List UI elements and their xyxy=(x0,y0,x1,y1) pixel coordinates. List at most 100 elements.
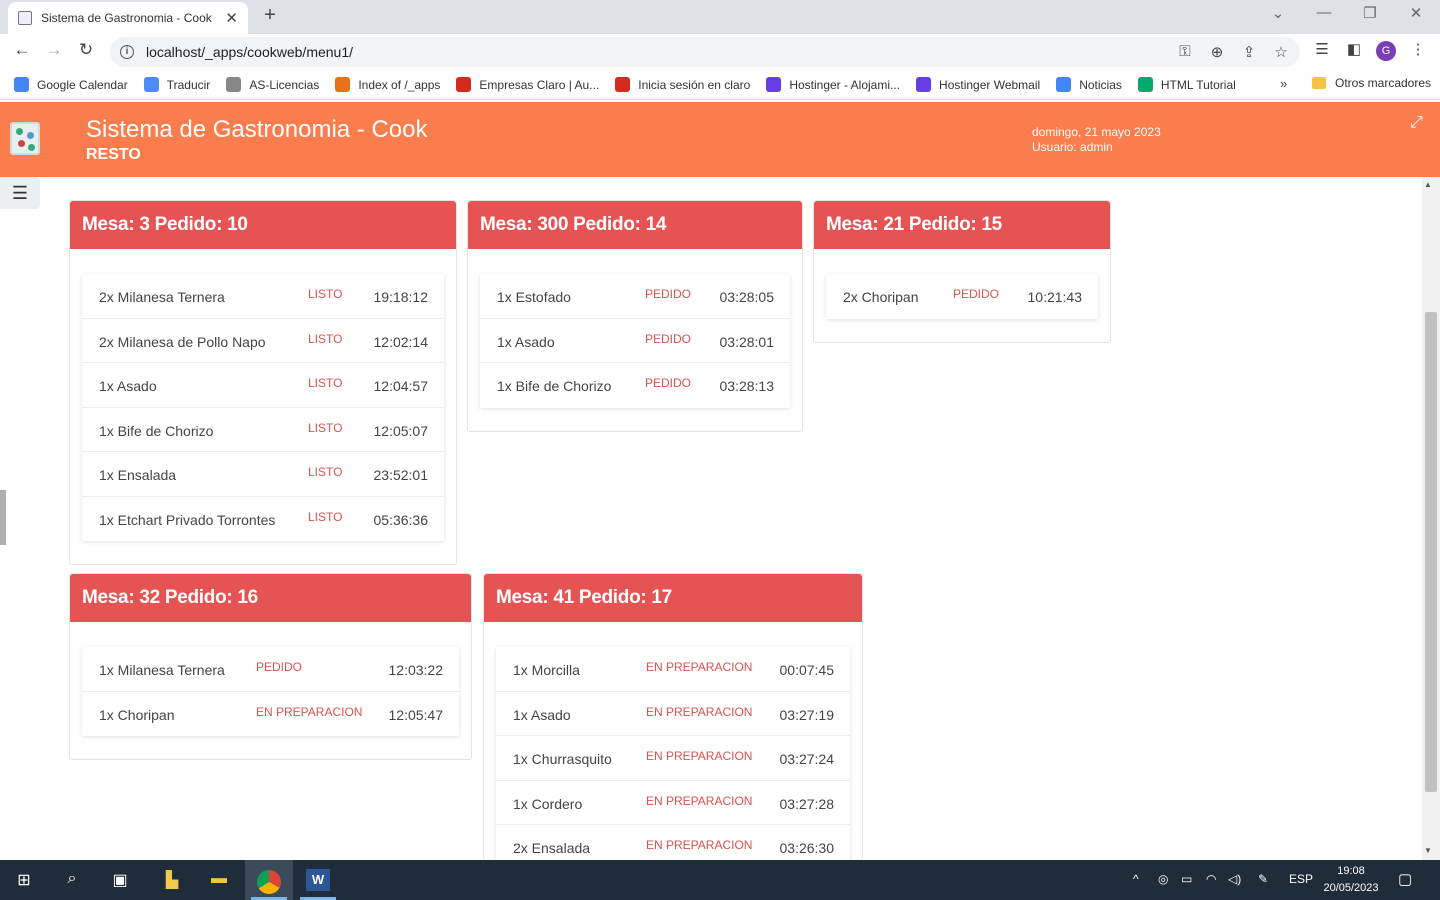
bookmark-label: Index of /_apps xyxy=(358,77,441,92)
bookmark-favicon-icon xyxy=(766,77,782,92)
scroll-up-icon[interactable]: ▲ xyxy=(1424,180,1432,189)
order-item[interactable]: 1x Asado LISTO 12:04:57 xyxy=(82,363,444,408)
item-status-badge: EN PREPARACION xyxy=(256,704,363,719)
order-item[interactable]: 2x Choripan PEDIDO 10:21:43 xyxy=(826,274,1098,319)
menu-toggle-icon[interactable]: ☰ xyxy=(0,177,40,209)
minimize-icon[interactable]: — xyxy=(1314,4,1334,21)
word-icon[interactable]: W xyxy=(306,869,330,891)
new-tab-button[interactable]: + xyxy=(260,4,280,27)
item-name: 1x Churrasquito xyxy=(513,751,612,767)
order-item[interactable]: 1x Bife de Chorizo LISTO 12:05:07 xyxy=(82,408,444,452)
order-card: Mesa: 21 Pedido: 15 2x Choripan PEDIDO 10:2… xyxy=(813,200,1111,343)
order-item[interactable]: 1x Bife de Chorizo PEDIDO 03:28:13 xyxy=(480,363,790,408)
bookmark-item[interactable]: Hostinger - Alojami... xyxy=(766,77,900,92)
kebab-menu-icon[interactable]: ⋮ xyxy=(1408,40,1428,58)
more-bookmarks-chevron-icon[interactable]: » xyxy=(1280,76,1287,91)
order-item[interactable]: 1x Choripan EN PREPARACION 12:05:47 xyxy=(82,692,459,737)
reload-icon[interactable]: ↻ xyxy=(74,40,98,60)
tab-search-icon[interactable]: ⌄ xyxy=(1268,4,1288,22)
battery-icon[interactable]: ▭ xyxy=(1181,872,1192,886)
order-items-list: 2x Milanesa Ternera LISTO 19:18:12 2x Milan… xyxy=(82,274,444,541)
order-item[interactable]: 1x Etchart Privado Torrontes LISTO 05:36:3… xyxy=(82,497,444,542)
language-indicator[interactable]: ESP xyxy=(1289,872,1313,886)
bookmark-label: Hostinger Webmail xyxy=(939,77,1041,92)
order-item[interactable]: 1x Milanesa Ternera PEDIDO 12:03:22 xyxy=(82,647,459,692)
profile-avatar[interactable]: G xyxy=(1376,41,1396,61)
app-subtitle: RESTO xyxy=(86,146,141,163)
other-bookmarks[interactable]: Otros marcadores xyxy=(1312,76,1431,90)
restore-icon[interactable]: ❐ xyxy=(1360,4,1380,22)
order-card-title: Mesa: 3 Pedido: 10 xyxy=(70,201,456,249)
forward-icon[interactable]: → xyxy=(42,40,66,60)
order-item[interactable]: 2x Ensalada EN PREPARACION 03:26:30 xyxy=(496,825,850,860)
item-name: 1x Ensalada xyxy=(99,467,177,483)
item-time: 03:26:30 xyxy=(779,840,835,856)
order-item[interactable]: 1x Estofado PEDIDO 03:28:05 xyxy=(480,274,790,319)
bookmark-item[interactable]: HTML Tutorial xyxy=(1137,77,1236,92)
order-card: Mesa: 300 Pedido: 14 1x Estofado PEDIDO 03:… xyxy=(467,200,803,432)
item-time: 05:36:36 xyxy=(373,511,429,528)
bookmark-item[interactable]: Google Calendar xyxy=(14,77,128,92)
item-name: 1x Etchart Privado Torrontes xyxy=(99,511,276,528)
order-item[interactable]: 1x Morcilla EN PREPARACION 00:07:45 xyxy=(496,647,850,692)
site-info-icon[interactable]: i xyxy=(120,45,134,59)
url-bar[interactable]: i localhost/_apps/cookweb/menu1/ ⚿ ⊕ ⇪ ☆ xyxy=(110,37,1300,67)
bookmark-item[interactable]: Empresas Claro | Au... xyxy=(456,77,599,92)
search-icon[interactable]: ⌕ xyxy=(61,870,83,890)
page-favicon-icon xyxy=(18,11,32,25)
order-card-title: Mesa: 300 Pedido: 14 xyxy=(468,201,802,249)
bookmark-label: HTML Tutorial xyxy=(1160,77,1236,92)
bookmark-label: Inicia sesión en claro xyxy=(638,77,751,92)
volume-icon[interactable]: ◁) xyxy=(1228,872,1241,886)
file-explorer-icon[interactable]: ▬ xyxy=(208,870,230,890)
item-status-badge: PEDIDO xyxy=(645,331,692,346)
order-item[interactable]: 1x Asado PEDIDO 03:28:01 xyxy=(480,319,790,363)
side-panel-icon[interactable]: ◧ xyxy=(1344,40,1364,58)
item-status-badge: EN PREPARACION xyxy=(646,838,753,852)
share-icon[interactable]: ⇪ xyxy=(1239,43,1259,61)
order-card-title: Mesa: 41 Pedido: 17 xyxy=(484,574,862,622)
wifi-icon[interactable]: ◠ xyxy=(1206,872,1216,886)
back-icon[interactable]: ← xyxy=(10,40,34,60)
bookmark-favicon-icon xyxy=(143,77,159,92)
notifications-icon[interactable]: ▢ xyxy=(1398,870,1412,888)
bookmark-item[interactable]: Hostinger Webmail xyxy=(916,77,1040,92)
item-status-badge: PEDIDO xyxy=(645,376,692,390)
reading-list-icon[interactable]: ☰ xyxy=(1312,40,1332,58)
bookmark-star-icon[interactable]: ☆ xyxy=(1271,43,1291,61)
fullscreen-icon[interactable]: ⤢ xyxy=(1410,114,1423,132)
browser-tab[interactable]: Sistema de Gastronomia - Cook ✕ xyxy=(8,2,248,34)
scroll-thumb[interactable] xyxy=(1425,312,1437,792)
meet-icon[interactable]: ◎ xyxy=(1158,872,1168,886)
system-clock[interactable]: 19:08 20/05/2023 xyxy=(1316,863,1386,897)
order-item[interactable]: 1x Ensalada LISTO 23:52:01 xyxy=(82,452,444,497)
task-view-icon[interactable]: ▣ xyxy=(109,870,131,890)
bookmark-item[interactable]: Traducir xyxy=(143,77,210,92)
scroll-down-icon[interactable]: ▼ xyxy=(1424,846,1432,855)
order-item[interactable]: 2x Milanesa de Pollo Napo LISTO 12:02:14 xyxy=(82,319,444,363)
item-time: 00:07:45 xyxy=(779,662,835,678)
close-window-icon[interactable]: ✕ xyxy=(1406,4,1426,22)
bookmark-item[interactable]: Noticias xyxy=(1056,77,1122,92)
bookmark-favicon-icon xyxy=(1137,77,1153,92)
chrome-icon[interactable] xyxy=(257,870,281,894)
windows-start-icon[interactable]: ⊞ xyxy=(13,870,35,890)
bookmark-item[interactable]: AS-Licencias xyxy=(226,77,319,92)
order-items-list: 1x Milanesa Ternera PEDIDO 12:03:22 1x Chor… xyxy=(82,647,459,736)
item-status-badge: LISTO xyxy=(308,331,343,346)
close-tab-icon[interactable]: ✕ xyxy=(225,9,238,27)
current-date: domingo, 21 mayo 2023 xyxy=(1032,125,1161,139)
zoom-icon[interactable]: ⊕ xyxy=(1207,43,1227,61)
bookmark-item[interactable]: Index of /_apps xyxy=(335,77,440,92)
bookmark-item[interactable]: Inicia sesión en claro xyxy=(615,77,750,92)
order-item[interactable]: 2x Milanesa Ternera LISTO 19:18:12 xyxy=(82,274,444,319)
order-item[interactable]: 1x Churrasquito EN PREPARACION 03:27:24 xyxy=(496,736,850,781)
tray-chevron-icon[interactable]: ^ xyxy=(1133,872,1139,886)
item-status-badge: LISTO xyxy=(308,509,343,524)
pen-icon[interactable]: ✎ xyxy=(1258,872,1268,886)
order-item[interactable]: 1x Asado EN PREPARACION 03:27:19 xyxy=(496,692,850,736)
bookmark-favicon-icon xyxy=(456,77,472,92)
order-item[interactable]: 1x Cordero EN PREPARACION 03:27:28 xyxy=(496,781,850,825)
password-key-icon[interactable]: ⚿ xyxy=(1175,43,1195,60)
file-app-icon[interactable]: ▙ xyxy=(161,870,183,890)
